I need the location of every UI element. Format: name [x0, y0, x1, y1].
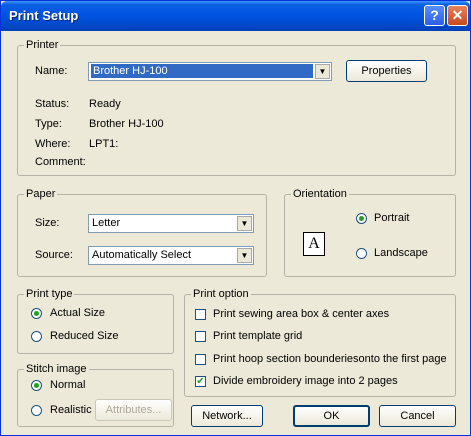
name-label: Name:	[35, 65, 68, 77]
chevron-down-icon[interactable]: ▼	[315, 64, 330, 79]
sewing-area-label[interactable]: Print sewing area box & center axes	[213, 308, 389, 321]
properties-button[interactable]: Properties	[346, 60, 427, 82]
attributes-button[interactable]: Attributes...	[95, 399, 172, 421]
window-title: Print Setup	[9, 8, 79, 23]
network-button[interactable]: Network...	[191, 405, 263, 427]
printer-legend: Printer	[24, 39, 61, 52]
print-type-legend: Print type	[24, 288, 75, 301]
realistic-label[interactable]: Realistic	[50, 404, 92, 417]
hoop-section-checkbox[interactable]	[195, 354, 206, 365]
paper-legend: Paper	[24, 188, 58, 201]
where-value: LPT1:	[89, 138, 119, 150]
paper-group: Paper Size: Letter ▼ Source: Automatical…	[17, 188, 267, 277]
ok-button[interactable]: OK	[293, 405, 370, 427]
print-option-group: Print option Print sewing area box & cen…	[184, 288, 456, 397]
print-type-group: Print type Actual Size Reduced Size	[17, 288, 174, 354]
print-setup-dialog: Print Setup ? ✕ Printer Name: Brother HJ…	[0, 0, 471, 436]
status-label: Status:	[35, 98, 70, 110]
landscape-radio[interactable]	[356, 248, 367, 259]
hoop-section-label[interactable]: Print hoop section bounderiesonto the fi…	[213, 353, 447, 366]
size-label: Size:	[35, 217, 60, 229]
printer-name-select[interactable]: Brother HJ-100 ▼	[88, 62, 332, 81]
chevron-down-icon[interactable]: ▼	[237, 248, 252, 263]
type-label: Type:	[35, 118, 62, 130]
stitch-image-group: Stitch image Normal Realistic Attributes…	[17, 363, 174, 427]
portrait-page-icon: A	[303, 232, 325, 256]
realistic-radio[interactable]	[31, 405, 42, 416]
normal-radio[interactable]	[31, 380, 42, 391]
portrait-radio[interactable]	[356, 213, 367, 224]
divide-image-label[interactable]: Divide embroidery image into 2 pages	[213, 375, 398, 388]
paper-size-select[interactable]: Letter ▼	[88, 214, 254, 233]
help-icon[interactable]: ?	[424, 5, 445, 26]
portrait-label[interactable]: Portrait	[374, 212, 409, 225]
printer-name-value: Brother HJ-100	[91, 64, 313, 78]
divide-image-checkbox[interactable]: ✔	[195, 376, 206, 387]
stitch-image-legend: Stitch image	[24, 363, 89, 376]
reduced-size-radio[interactable]	[31, 331, 42, 342]
print-option-legend: Print option	[191, 288, 251, 301]
normal-label[interactable]: Normal	[50, 379, 85, 392]
where-label: Where:	[35, 138, 71, 150]
title-bar[interactable]: Print Setup ? ✕	[1, 1, 470, 31]
chevron-down-icon[interactable]: ▼	[237, 216, 252, 231]
template-grid-label[interactable]: Print template grid	[213, 330, 302, 343]
source-label: Source:	[35, 249, 73, 261]
printer-group: Printer Name: Brother HJ-100 ▼ Propertie…	[17, 39, 456, 176]
paper-source-value: Automatically Select	[92, 249, 192, 261]
reduced-size-label[interactable]: Reduced Size	[50, 330, 119, 343]
landscape-label[interactable]: Landscape	[374, 247, 428, 260]
actual-size-label[interactable]: Actual Size	[50, 307, 105, 320]
close-icon[interactable]: ✕	[447, 5, 468, 26]
comment-label: Comment:	[35, 156, 86, 168]
cancel-button[interactable]: Cancel	[379, 405, 456, 427]
status-value: Ready	[89, 98, 121, 110]
paper-source-select[interactable]: Automatically Select ▼	[88, 246, 254, 265]
template-grid-checkbox[interactable]	[195, 331, 206, 342]
actual-size-radio[interactable]	[31, 308, 42, 319]
orientation-legend: Orientation	[291, 188, 349, 201]
paper-size-value: Letter	[92, 217, 121, 229]
type-value: Brother HJ-100	[89, 118, 164, 130]
sewing-area-checkbox[interactable]	[195, 309, 206, 320]
